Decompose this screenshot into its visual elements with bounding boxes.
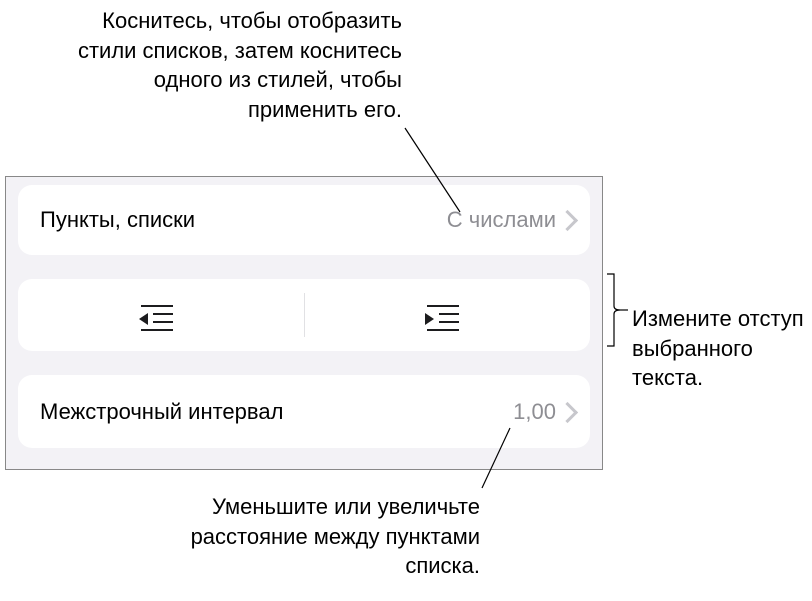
line-spacing-row[interactable]: Межстрочный интервал 1,00 bbox=[18, 375, 590, 448]
format-panel: Пункты, списки С числами bbox=[5, 176, 603, 470]
chevron-right-icon bbox=[562, 402, 574, 422]
chevron-right-icon bbox=[562, 210, 574, 230]
line-spacing-label: Межстрочный интервал bbox=[40, 399, 283, 425]
outdent-button[interactable] bbox=[18, 279, 304, 351]
line-spacing-value: 1,00 bbox=[513, 399, 556, 425]
callout-indent: Измените отступ выбранного текста. bbox=[632, 304, 807, 393]
indent-button[interactable] bbox=[304, 279, 590, 351]
bullets-lists-label: Пункты, списки bbox=[40, 207, 195, 233]
outdent-icon bbox=[141, 301, 181, 329]
callout-line-spacing: Уменьшите или увеличьте расстояние между… bbox=[110, 492, 480, 581]
bullets-lists-value: С числами bbox=[447, 207, 556, 233]
bullets-lists-row[interactable]: Пункты, списки С числами bbox=[18, 185, 590, 255]
callout-list-styles: Коснитесь, чтобы отобразить стили списко… bbox=[42, 6, 402, 125]
bracket-icon bbox=[606, 272, 624, 344]
indent-icon bbox=[427, 301, 467, 329]
indent-controls bbox=[18, 279, 590, 351]
